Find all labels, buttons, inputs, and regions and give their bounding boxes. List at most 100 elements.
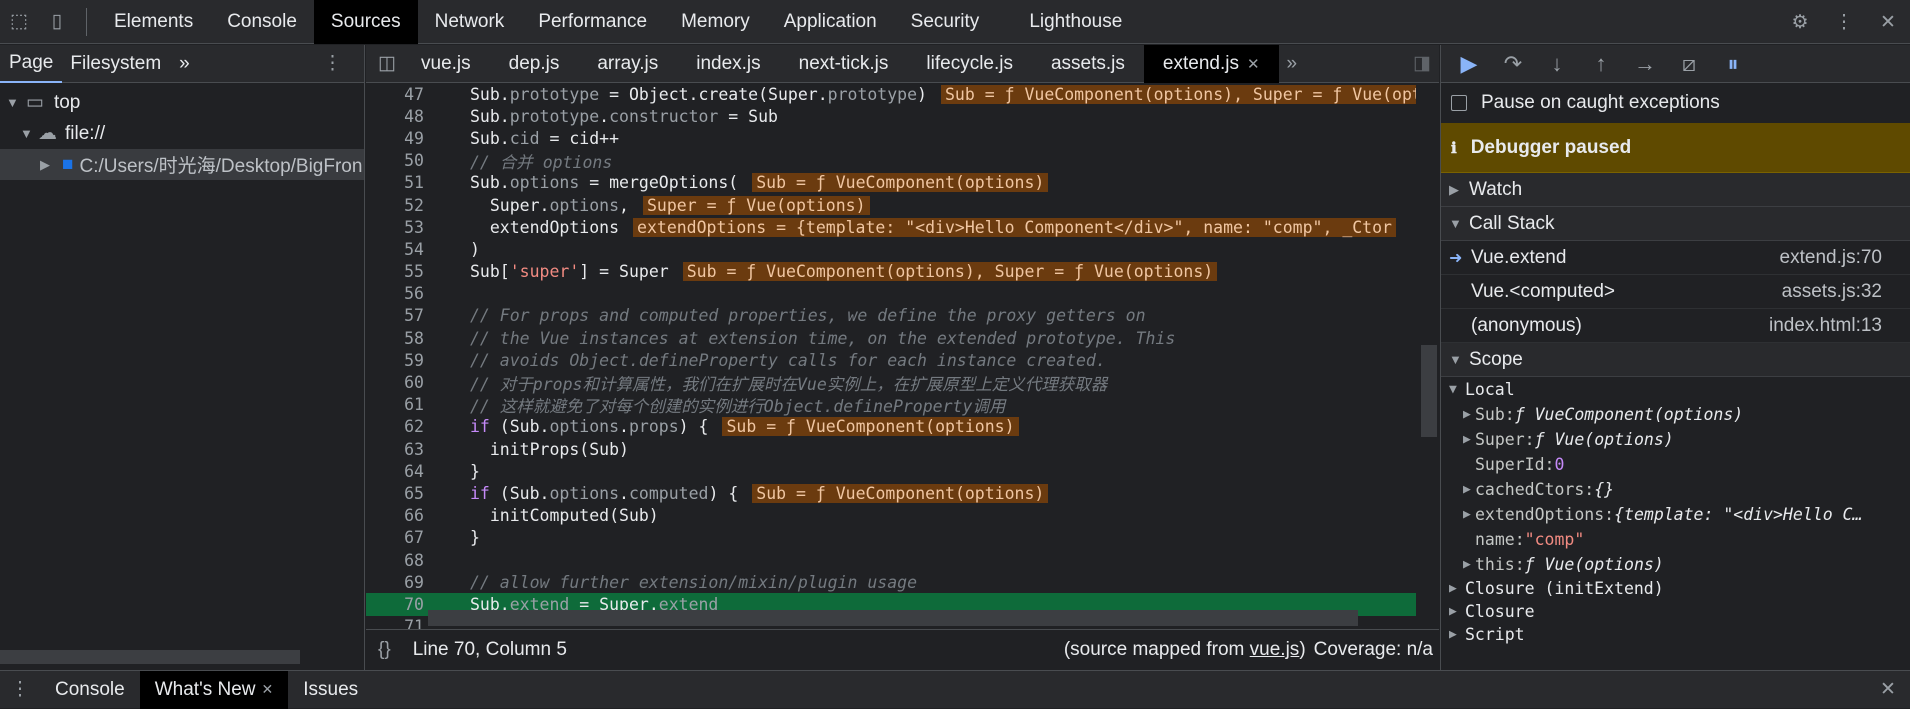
file-tab[interactable]: next-tick.js — [780, 45, 908, 83]
drawer-tab[interactable]: Console — [40, 671, 140, 709]
drawer-tab[interactable]: What's New ✕ — [139, 670, 289, 709]
drawer-tab[interactable]: Issues — [288, 671, 373, 709]
vertical-scrollbar[interactable] — [1419, 83, 1439, 629]
code-line[interactable]: 57 // For props and computed properties, … — [366, 305, 1416, 327]
code-line[interactable]: 69 // allow further extension/mixin/plugi… — [366, 571, 1416, 593]
code-line[interactable]: 51 Sub.options = mergeOptions(Sub = ƒ Vue… — [366, 172, 1416, 194]
callstack-section[interactable]: ▼ Call Stack — [1441, 207, 1910, 241]
step-over-icon[interactable]: ↷ — [1495, 51, 1531, 77]
code-line[interactable]: 50 // 合并 options — [366, 150, 1416, 172]
file-tab[interactable]: assets.js — [1032, 45, 1144, 83]
code-line[interactable]: 63 initProps(Sub) — [366, 438, 1416, 460]
line-number[interactable]: 68 — [366, 551, 428, 570]
close-tab-icon[interactable]: ✕ — [261, 681, 273, 698]
code-line[interactable]: 58 // the Vue instances at extension time… — [366, 327, 1416, 349]
code-line[interactable]: 61 // 这样就避免了对每个创建的实例进行Object.defineProper… — [366, 394, 1416, 416]
tab-page[interactable]: Page — [0, 45, 63, 83]
more-tabs-icon[interactable]: » — [170, 45, 199, 83]
scope-closure[interactable]: ▶ Closure (initExtend) — [1441, 577, 1910, 600]
scroll-thumb[interactable] — [1421, 345, 1437, 437]
line-number[interactable]: 63 — [366, 440, 428, 459]
file-tab[interactable]: index.js — [677, 45, 779, 83]
code-line[interactable]: 60 // 对于props和计算属性，我们在扩展时在Vue实例上，在扩展原型上定义… — [366, 371, 1416, 394]
scope-variable[interactable]: ▶ this: ƒ Vue(options) — [1441, 552, 1910, 577]
code-line[interactable]: 47 Sub.prototype = Object.create(Super.pr… — [366, 83, 1416, 105]
line-number[interactable]: 59 — [366, 351, 428, 370]
line-number[interactable]: 51 — [366, 173, 428, 192]
resume-icon[interactable]: ▶ — [1451, 51, 1487, 77]
pause-exceptions-icon[interactable]: ⏸ — [1715, 51, 1751, 77]
code-line[interactable]: 66 initComputed(Sub) — [366, 505, 1416, 527]
deactivate-breakpoints-icon[interactable]: ⧄ — [1671, 51, 1707, 77]
code-line[interactable]: 49 Sub.cid = cid++ — [366, 127, 1416, 149]
line-number[interactable]: 67 — [366, 528, 428, 547]
line-number[interactable]: 69 — [366, 573, 428, 592]
line-number[interactable]: 48 — [366, 107, 428, 126]
code-line[interactable]: 48 Sub.prototype.constructor = Sub — [366, 105, 1416, 127]
code-line[interactable]: 59 // avoids Object.defineProperty calls … — [366, 349, 1416, 371]
scope-variable[interactable]: ▶ cachedCtors: {} — [1441, 477, 1910, 502]
call-frame[interactable]: ➜ Vue.extend extend.js:70 — [1441, 241, 1910, 275]
file-tab[interactable]: array.js — [578, 45, 677, 83]
tab-application[interactable]: Application — [767, 0, 894, 44]
tree-item-top[interactable]: ▼ ▭ top — [0, 87, 364, 118]
scope-variable[interactable]: name: "comp" — [1441, 527, 1910, 552]
line-number[interactable]: 64 — [366, 462, 428, 481]
toggle-debugger-icon[interactable]: ◨ — [1413, 52, 1439, 75]
line-number[interactable]: 50 — [366, 151, 428, 170]
line-number[interactable]: 70 — [366, 595, 428, 614]
scope-variable[interactable]: ▶ extendOptions: {template: "<div>Hello C… — [1441, 502, 1910, 527]
tab-sources[interactable]: Sources — [313, 0, 418, 44]
drawer-menu-icon[interactable]: ⋮ — [0, 678, 40, 701]
code-line[interactable]: 53 extendOptions extendOptions = {templat… — [366, 216, 1416, 238]
line-number[interactable]: 66 — [366, 506, 428, 525]
device-toolbar-icon[interactable]: ▯ — [38, 0, 76, 44]
scope-variable[interactable]: ▶ Sub: ƒ VueComponent(options) — [1441, 402, 1910, 427]
file-tab[interactable]: extend.js ✕ — [1143, 44, 1279, 83]
code-line[interactable]: 67} — [366, 527, 1416, 549]
code-line[interactable]: 68 — [366, 549, 1416, 571]
code-line[interactable]: 55 Sub['super'] = Super Sub = ƒ VueCompone… — [366, 261, 1416, 283]
line-number[interactable]: 55 — [366, 262, 428, 281]
step-out-icon[interactable]: ↑ — [1583, 51, 1619, 77]
line-number[interactable]: 56 — [366, 284, 428, 303]
code-line[interactable]: 54) — [366, 238, 1416, 260]
tab-memory[interactable]: Memory — [664, 0, 767, 44]
toggle-navigator-icon[interactable]: ◫ — [372, 52, 402, 75]
line-number[interactable]: 62 — [366, 417, 428, 436]
line-number[interactable]: 47 — [366, 85, 428, 104]
pause-exceptions-checkbox[interactable] — [1451, 95, 1467, 111]
line-number[interactable]: 60 — [366, 373, 428, 392]
scope-section[interactable]: ▼ Scope — [1441, 343, 1910, 377]
line-number[interactable]: 58 — [366, 329, 428, 348]
horizontal-scrollbar[interactable] — [428, 610, 1358, 626]
pretty-print-icon[interactable]: {} — [366, 639, 405, 661]
file-tab[interactable]: dep.js — [490, 45, 579, 83]
tab-elements[interactable]: Elements — [97, 0, 210, 44]
line-number[interactable]: 65 — [366, 484, 428, 503]
scope-variable[interactable]: ▶ Super: ƒ Vue(options) — [1441, 427, 1910, 452]
code-line[interactable]: 62 if (Sub.options.props) {Sub = ƒ VueCom… — [366, 416, 1416, 438]
close-icon[interactable]: ✕ — [1866, 11, 1910, 34]
scope-closure[interactable]: ▶ Closure — [1441, 600, 1910, 623]
inspect-element-icon[interactable]: ⬚ — [0, 0, 38, 44]
code-line[interactable]: 56 — [366, 283, 1416, 305]
tree-item-file[interactable]: ▼ ☁ file:// — [0, 118, 364, 149]
line-number[interactable]: 61 — [366, 395, 428, 414]
more-files-icon[interactable]: » — [1279, 53, 1306, 75]
tab-lighthouse[interactable]: Lighthouse — [1012, 0, 1139, 44]
tab-performance[interactable]: Performance — [521, 0, 664, 44]
pause-exceptions-row[interactable]: Pause on caught exceptions — [1441, 83, 1910, 123]
close-tab-icon[interactable]: ✕ — [1247, 55, 1260, 73]
navigator-menu-icon[interactable]: ⋮ — [323, 52, 364, 75]
file-tab[interactable]: vue.js — [402, 45, 490, 83]
tab-filesystem[interactable]: Filesystem — [62, 45, 170, 83]
code-view[interactable]: 47 Sub.prototype = Object.create(Super.pr… — [366, 83, 1416, 629]
file-tab[interactable]: lifecycle.js — [907, 45, 1032, 83]
more-menu-icon[interactable]: ⋮ — [1822, 11, 1866, 34]
line-number[interactable]: 71 — [366, 617, 428, 629]
line-number[interactable]: 57 — [366, 306, 428, 325]
line-number[interactable]: 53 — [366, 218, 428, 237]
scope-local-header[interactable]: ▼ Local — [1441, 377, 1910, 402]
step-icon[interactable]: → — [1627, 51, 1663, 77]
